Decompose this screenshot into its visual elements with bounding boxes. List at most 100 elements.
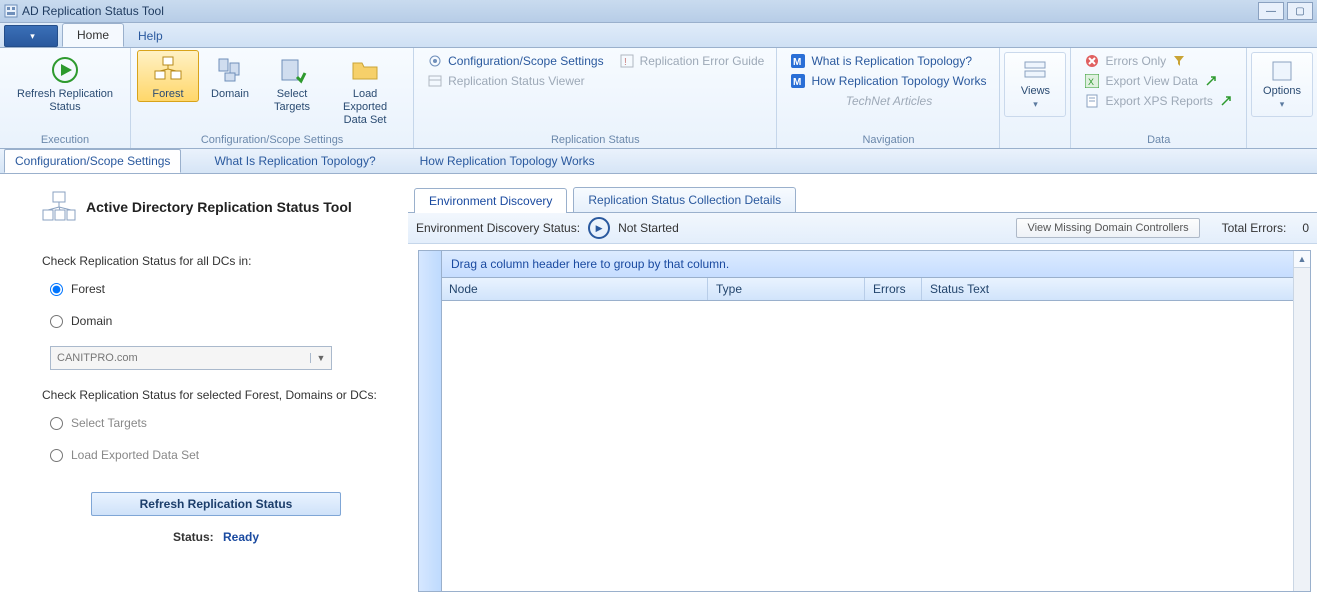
- ribbon-group-scope: Forest Domain Select Targets Load Export…: [131, 48, 414, 148]
- svg-text:M: M: [793, 77, 801, 88]
- export-xps-reports-link[interactable]: Export XPS Reports: [1081, 92, 1236, 110]
- options-dropdown[interactable]: Options: [1251, 52, 1313, 117]
- right-tab-strip: Environment Discovery Replication Status…: [408, 186, 1317, 213]
- env-discovery-status-label: Environment Discovery Status:: [416, 221, 580, 235]
- subtab-what-is-topology[interactable]: What Is Replication Topology?: [203, 149, 386, 173]
- m-icon: M: [791, 54, 805, 68]
- ribbon-group-data-label: Data: [1077, 133, 1240, 148]
- how-topology-works-label: How Replication Topology Works: [811, 74, 986, 88]
- replication-error-guide-link[interactable]: ! Replication Error Guide: [616, 52, 769, 70]
- gear-icon: [428, 54, 442, 68]
- export-arrow-icon: [1204, 74, 1218, 88]
- col-type[interactable]: Type: [708, 278, 865, 300]
- env-discovery-status-value: Not Started: [618, 221, 679, 235]
- replication-error-guide-label: Replication Error Guide: [640, 54, 765, 68]
- radio-select-targets-input[interactable]: [50, 417, 63, 430]
- tab-help[interactable]: Help: [124, 25, 177, 47]
- replication-status-viewer-label: Replication Status Viewer: [448, 74, 585, 88]
- scroll-up-arrow-icon[interactable]: ▲: [1294, 251, 1310, 268]
- col-node[interactable]: Node: [441, 278, 708, 300]
- options-icon: [1270, 59, 1294, 83]
- page-title: Active Directory Replication Status Tool: [86, 199, 352, 215]
- ribbon-group-navigation-label: Navigation: [783, 133, 993, 148]
- left-pane: Active Directory Replication Status Tool…: [0, 174, 408, 614]
- refresh-replication-status-button[interactable]: Refresh Replication Status: [6, 50, 124, 115]
- radio-load-exported[interactable]: Load Exported Data Set: [50, 448, 390, 462]
- what-is-topology-link[interactable]: M What is Replication Topology?: [787, 52, 990, 70]
- file-menu-button[interactable]: [4, 25, 58, 47]
- technet-articles-link[interactable]: TechNet Articles: [787, 92, 990, 110]
- ribbon-group-data: Errors Only X Export View Data Export XP…: [1071, 48, 1247, 148]
- play-icon: [49, 54, 81, 86]
- grid-column-headers: Node Type Errors Status Text: [441, 278, 1310, 301]
- view-missing-dcs-button[interactable]: View Missing Domain Controllers: [1016, 218, 1199, 238]
- domain-button[interactable]: Domain: [199, 50, 261, 102]
- refresh-replication-status-label: Refresh Replication Status: [17, 88, 113, 114]
- radio-domain-input[interactable]: [50, 315, 63, 328]
- radio-select-targets[interactable]: Select Targets: [50, 416, 390, 430]
- errors-only-link[interactable]: Errors Only: [1081, 52, 1236, 70]
- ribbon-group-views: Views: [1000, 48, 1071, 148]
- subtab-config-scope[interactable]: Configuration/Scope Settings: [4, 149, 181, 173]
- radio-forest[interactable]: Forest: [50, 282, 390, 296]
- window-title: AD Replication Status Tool: [22, 4, 164, 18]
- svg-text:M: M: [793, 57, 801, 68]
- app-icon: [4, 4, 18, 18]
- vertical-scrollbar[interactable]: ▲: [1293, 251, 1310, 591]
- replication-status-viewer-link[interactable]: Replication Status Viewer: [424, 72, 607, 90]
- filter-icon: [1172, 54, 1186, 68]
- domain-combobox[interactable]: CANITPRO.com ▼: [50, 346, 332, 370]
- forest-icon: [152, 54, 184, 86]
- chevron-down-icon[interactable]: ▼: [310, 353, 331, 363]
- check-all-dcs-label: Check Replication Status for all DCs in:: [42, 254, 390, 268]
- svg-text:X: X: [1088, 77, 1094, 87]
- radio-forest-label: Forest: [71, 282, 105, 296]
- export-xps-reports-label: Export XPS Reports: [1105, 94, 1212, 108]
- views-dropdown[interactable]: Views: [1004, 52, 1066, 117]
- tab-environment-discovery[interactable]: Environment Discovery: [414, 188, 567, 213]
- config-scope-settings-link[interactable]: Configuration/Scope Settings: [424, 52, 607, 70]
- ribbon: Refresh Replication Status Execution For…: [0, 48, 1317, 149]
- discovery-grid: Drag a column header here to group by th…: [418, 250, 1311, 592]
- tab-home[interactable]: Home: [62, 23, 124, 47]
- ribbon-group-replication-status: Configuration/Scope Settings Replication…: [414, 48, 777, 148]
- tab-collection-details[interactable]: Replication Status Collection Details: [573, 187, 796, 212]
- excel-icon: X: [1085, 74, 1099, 88]
- title-bar: AD Replication Status Tool — ▢: [0, 0, 1317, 23]
- status-line: Status: Ready: [42, 530, 390, 544]
- maximize-button[interactable]: ▢: [1287, 2, 1313, 20]
- export-view-data-label: Export View Data: [1105, 74, 1198, 88]
- domain-button-label: Domain: [211, 88, 249, 101]
- col-errors[interactable]: Errors: [865, 278, 922, 300]
- radio-select-targets-label: Select Targets: [71, 416, 147, 430]
- ribbon-group-execution: Refresh Replication Status Execution: [0, 48, 131, 148]
- subtab-how-topology-works[interactable]: How Replication Topology Works: [409, 149, 606, 173]
- radio-load-exported-label: Load Exported Data Set: [71, 448, 199, 462]
- grid-group-by-hint[interactable]: Drag a column header here to group by th…: [441, 251, 1310, 278]
- export-view-data-link[interactable]: X Export View Data: [1081, 72, 1236, 90]
- document-tab-strip: Configuration/Scope Settings What Is Rep…: [0, 149, 1317, 174]
- total-errors-label: Total Errors:: [1222, 221, 1287, 235]
- radio-load-exported-input[interactable]: [50, 449, 63, 462]
- select-targets-icon: [276, 54, 308, 86]
- forest-button[interactable]: Forest: [137, 50, 199, 102]
- minimize-button[interactable]: —: [1258, 2, 1284, 20]
- app-large-icon: [42, 190, 76, 224]
- main-area: Active Directory Replication Status Tool…: [0, 174, 1317, 614]
- radio-forest-input[interactable]: [50, 283, 63, 296]
- right-pane: Environment Discovery Replication Status…: [408, 174, 1317, 614]
- play-circle-icon: ▶: [588, 217, 610, 239]
- export-arrow-icon: [1219, 94, 1233, 108]
- discovery-status-bar: Environment Discovery Status: ▶ Not Star…: [408, 213, 1317, 244]
- load-exported-button[interactable]: Load Exported Data Set: [323, 50, 407, 128]
- svg-text:!: !: [624, 57, 627, 68]
- status-label: Status:: [173, 530, 214, 544]
- how-topology-works-link[interactable]: M How Replication Topology Works: [787, 72, 990, 90]
- select-targets-button[interactable]: Select Targets: [261, 50, 323, 115]
- grid-body-empty: [441, 301, 1310, 591]
- col-status-text[interactable]: Status Text: [922, 278, 1310, 300]
- ribbon-group-execution-label: Execution: [6, 133, 124, 148]
- radio-domain[interactable]: Domain: [50, 314, 390, 328]
- refresh-replication-status-main-button[interactable]: Refresh Replication Status: [91, 492, 341, 516]
- grid-left-gutter: [419, 251, 442, 591]
